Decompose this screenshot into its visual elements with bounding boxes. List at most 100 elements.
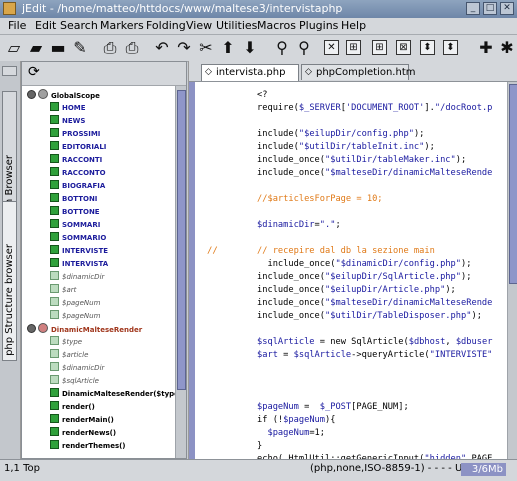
minimize-icon[interactable]: _ [466,2,480,15]
plugin-manager-icon[interactable]: ✱ [497,38,517,58]
method-icon [50,440,59,449]
tab-intervista-php[interactable]: ◇ intervista.php [201,64,299,81]
tree-item[interactable]: renderMain() [50,414,114,427]
tree-item[interactable]: SOMMARIO [50,232,106,245]
menu-folding[interactable]: Folding [146,19,186,33]
copy-icon[interactable]: ⬆ [218,38,238,58]
menu-edit[interactable]: Edit [35,19,56,33]
find-icon[interactable]: ⚲ [272,38,292,58]
tree-item-label: BOTTONE [62,208,100,216]
tree-item[interactable]: BOTTONE [50,206,100,219]
global-options-icon[interactable]: ✚ [476,38,496,58]
tree-item[interactable]: render() [50,401,95,414]
variable-icon [50,362,59,371]
tree-item[interactable]: $article [50,349,88,362]
refresh-icon[interactable]: ⟳ [28,64,40,80]
tree-item[interactable]: RACCONTI [50,154,102,167]
redo-icon[interactable]: ↷ [174,38,194,58]
constant-icon [50,258,59,267]
menu-plugins[interactable]: Plugins [299,19,338,33]
editor-scrollbar-thumb[interactable] [509,84,517,284]
tree-item[interactable]: PROSSIMI [50,128,100,141]
print-preview-icon[interactable]: ⎙ [122,38,142,58]
method-icon [50,388,59,397]
constant-icon [50,154,59,163]
tree-item[interactable]: renderNews() [50,427,116,440]
expand-toggle-icon[interactable] [27,324,36,333]
tree-class[interactable]: DinamicMalteseRender [24,323,142,336]
constant-icon [50,180,59,189]
code-line: $pageNum = $_POST[PAGE_NUM]; [257,402,409,412]
tree-item[interactable]: EDITORIALI [50,141,106,154]
paste-icon[interactable]: ⬇ [240,38,260,58]
expand-icon[interactable]: ⬍ [420,40,435,55]
tree-item[interactable]: BOTTONI [50,193,97,206]
code-line: // recepire dal db la sezione main [257,246,435,256]
tree-scrollbar-thumb[interactable] [177,90,186,390]
class-icon [38,323,48,333]
tab-phpcompletion-htm[interactable]: ◇ phpCompletion.htm [301,64,416,80]
constant-icon [50,115,59,124]
tree-item[interactable]: $dinamicDir [50,271,104,284]
dock-close-icon[interactable] [2,66,17,76]
code-line: include_once("$utilDir/tableMaker.inc"); [257,155,467,165]
memory-indicator[interactable]: 3/6Mb [461,463,506,476]
print-icon[interactable]: ⎙ [100,38,120,58]
constant-icon [50,128,59,137]
tree-item[interactable]: $pageNum [50,297,100,310]
tree-item[interactable]: $pageNum [50,310,100,323]
tree-item[interactable]: INTERVISTE [50,245,108,258]
tab-structure-browser[interactable]: php Structure browser [2,201,17,361]
tree-item[interactable]: NEWS [50,115,85,128]
code-line: require($_SERVER['DOCUMENT_ROOT']."/docR… [257,103,493,113]
menu-view[interactable]: View [186,19,212,33]
tree-item-label: BOTTONI [62,195,98,203]
code-line: include_once("$malteseDir/dinamicMaltese… [257,168,493,178]
tree-item[interactable]: DinamicMalteseRender($type [50,388,179,401]
split-vertical-icon[interactable]: ⊞ [372,40,387,55]
split-horizontal-icon[interactable]: ⊞ [346,40,361,55]
menu-macros[interactable]: Macros [257,19,296,33]
menu-utilities[interactable]: Utilities [216,19,257,33]
open-folder-icon[interactable]: ▰ [26,38,46,58]
tree-item[interactable]: $sqlArticle [50,375,99,388]
save-icon[interactable]: ▬ [48,38,68,58]
tree-item-label: $pageNum [62,299,101,307]
tree-item-label: EDITORIALI [62,143,107,151]
cut-icon[interactable]: ✂ [196,38,216,58]
menu-file[interactable]: File [8,19,26,33]
buffer-mode[interactable]: (php,none,ISO-8859-1) - - - - U [310,463,462,474]
tree-item[interactable]: HOME [50,102,86,115]
tree-item[interactable]: renderThemes() [50,440,126,453]
expand-toggle-icon[interactable] [27,90,36,99]
tree-item[interactable]: SOMMARI [50,219,100,232]
undo-icon[interactable]: ↶ [152,38,172,58]
tree-item[interactable]: INTERVISTA [50,258,108,271]
tree-item[interactable]: $type [50,336,82,349]
code-text-area[interactable]: // <? require($_SERVER['DOCUMENT_ROOT']."… [189,82,517,459]
tree-item[interactable]: BIOGRAFIA [50,180,105,193]
tree-item-label: $article [62,351,89,359]
split-close-icon[interactable]: ⊠ [396,40,411,55]
menu-help[interactable]: Help [341,19,366,33]
new-file-icon[interactable]: ▱ [4,38,24,58]
code-line: include_once("$malteseDir/dinamicMaltese… [257,298,493,308]
maximize-icon[interactable]: □ [483,2,497,15]
fold-marker-icon[interactable]: // [207,246,218,256]
close-icon[interactable]: ✕ [500,2,514,15]
pencil-icon[interactable]: ✎ [70,38,90,58]
tree-scrollbar[interactable] [175,86,186,458]
window-titlebar[interactable]: jEdit - /home/matteo/httdocs/www/maltese… [0,0,517,18]
tree-item[interactable]: $dinamicDir [50,362,104,375]
tree-item[interactable]: $art [50,284,76,297]
tree-item[interactable]: RACCONTO [50,167,106,180]
menu-markers[interactable]: Markers [100,19,144,33]
collapse-icon[interactable]: ⬍ [443,40,458,55]
menu-search[interactable]: Search [60,19,98,33]
unsplit-icon[interactable]: ✕ [324,40,339,55]
tree-root[interactable]: GlobalScope [24,89,100,102]
tree-item-label: renderMain() [62,416,114,424]
editor-scrollbar[interactable] [507,82,517,459]
find-next-icon[interactable]: ⚲ [294,38,314,58]
code-line: include_once("$eilupDir/Article.php"); [257,285,456,295]
